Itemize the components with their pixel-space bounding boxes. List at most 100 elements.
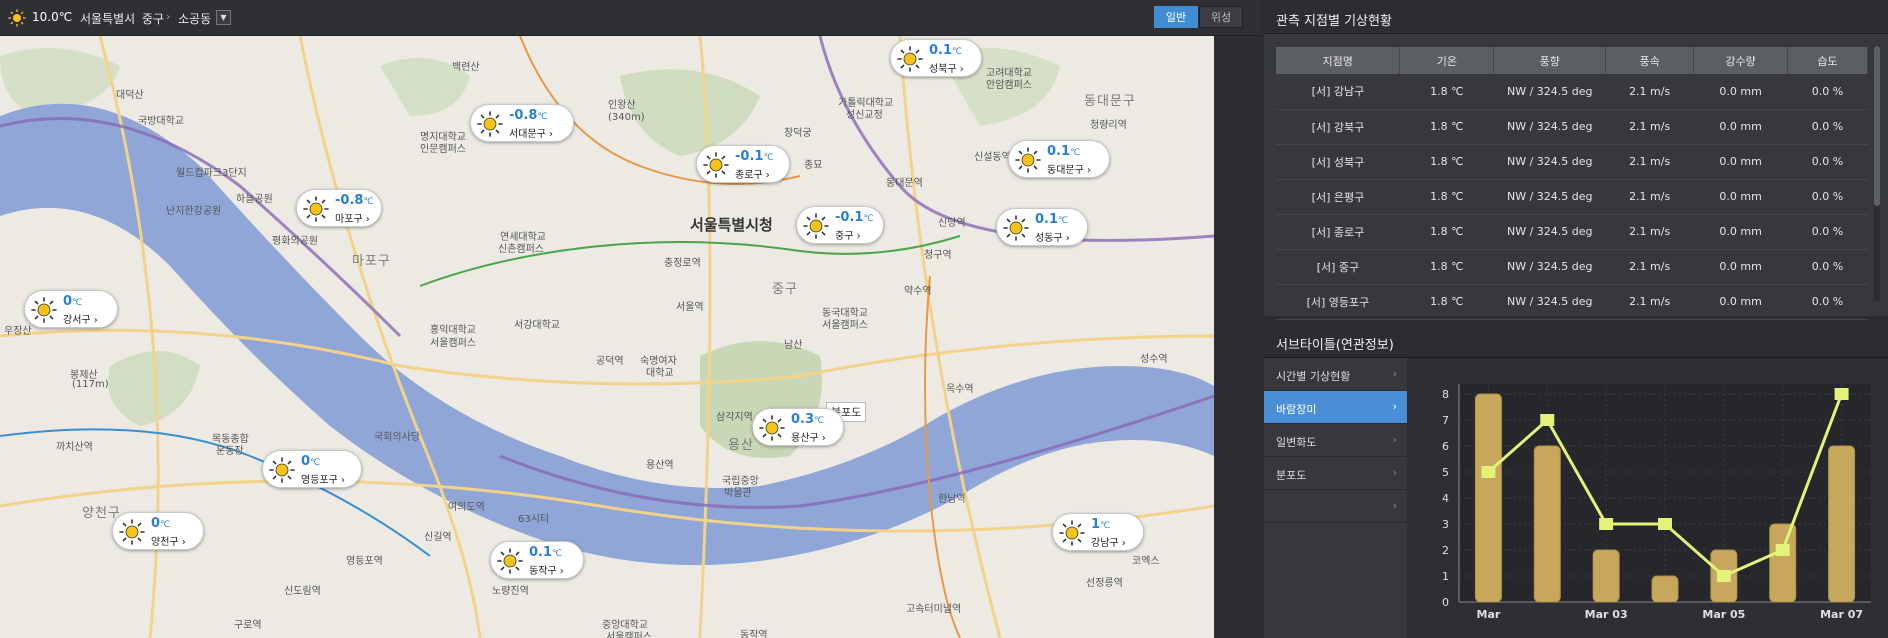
table-cell: [서] 중구 <box>1276 249 1400 285</box>
table-row[interactable]: [서] 종로구 1.8 ℃ NW / 324.5 deg 2.1 m/s 0.0 mm 0… <box>1276 214 1868 250</box>
maptype-normal-button[interactable]: 일반 <box>1154 6 1198 28</box>
weather-marker[interactable]: 0℃ 영등포구 › <box>262 450 362 488</box>
table-cell: 1.8 ℃ <box>1399 179 1494 215</box>
table-column-header[interactable]: 풍향 <box>1493 47 1607 74</box>
weather-marker[interactable]: -0.1℃ 종로구 › <box>696 145 790 183</box>
map-place-label: 신도림역 <box>284 586 321 597</box>
table-column-header[interactable]: 습도 <box>1787 47 1868 74</box>
subtitle-menu-item[interactable]: 바람장미 › <box>1264 391 1407 424</box>
map-place-label: 동대문역 <box>886 178 923 189</box>
table-cell: 2.1 m/s <box>1605 109 1694 145</box>
table-cell: 1.8 ℃ <box>1399 249 1494 285</box>
table-row[interactable]: [서] 중구 1.8 ℃ NW / 324.5 deg 2.1 m/s 0.0 mm 0.… <box>1276 249 1868 285</box>
table-cell: NW / 324.5 deg <box>1493 214 1606 250</box>
subtitle-menu-item[interactable]: 분포도 › <box>1264 457 1407 490</box>
y-tick-label: 8 <box>1442 388 1449 401</box>
breadcrumb-dong[interactable]: 소공동 <box>178 10 211 27</box>
table-cell: 1.8 ℃ <box>1399 214 1494 250</box>
x-tick-label: Mar <box>1477 608 1501 621</box>
map-place-label: (340m) <box>608 112 645 123</box>
weather-marker[interactable]: 1℃ 강남구 › <box>1052 513 1144 551</box>
weather-marker[interactable]: 0.1℃ 동작구 › <box>490 541 584 579</box>
marker-district-link[interactable]: 동대문구 › <box>1047 161 1091 176</box>
map-place-label: 신설동역 <box>974 152 1011 163</box>
marker-temperature: -0.8℃ <box>509 108 548 123</box>
map-place-label: 신길역 <box>424 532 452 543</box>
table-cell: NW / 324.5 deg <box>1493 249 1606 285</box>
map-place-label: 선정릉역 <box>1086 578 1123 589</box>
marker-district-link[interactable]: 영등포구 › <box>301 471 345 486</box>
weather-marker[interactable]: -0.8℃ 마포구 › <box>296 189 382 227</box>
marker-district-link[interactable]: 성동구 › <box>1035 229 1070 244</box>
marker-district-link[interactable]: 성북구 › <box>929 60 964 75</box>
marker-temperature: 0.1℃ <box>929 43 963 58</box>
map-place-label: 동작역 <box>740 630 768 638</box>
map-place-label: 우장산 <box>4 326 32 337</box>
marker-temperature: 0.3℃ <box>791 412 825 427</box>
subtitle-menu-item[interactable]: › <box>1264 490 1407 523</box>
weather-marker[interactable]: 0℃ 강서구 › <box>24 290 118 328</box>
y-tick-label: 7 <box>1442 414 1449 427</box>
table-row[interactable]: [서] 은평구 1.8 ℃ NW / 324.5 deg 2.1 m/s 0.0 mm 0… <box>1276 179 1868 215</box>
map-place-label: 안암캠퍼스 <box>986 80 1032 91</box>
table-cell: 2.1 m/s <box>1605 214 1694 250</box>
table-column-header[interactable]: 기온 <box>1399 47 1495 74</box>
map-view[interactable]: 대덕산 백련산 인왕산 (340m) 국방대학교 명지대학교 인문캠퍼스 가톨릭… <box>0 36 1214 638</box>
weather-marker[interactable]: 0.1℃ 동대문구 › <box>1008 140 1110 178</box>
marker-district-link[interactable]: 중구 › <box>835 227 861 242</box>
chart-bar <box>1474 393 1502 603</box>
marker-district-link[interactable]: 마포구 › <box>335 210 370 225</box>
marker-district-link[interactable]: 종로구 › <box>735 166 770 181</box>
map-district-label: 중구 <box>772 282 798 297</box>
marker-district-link[interactable]: 강서구 › <box>63 311 98 326</box>
map-place-label: 하늘공원 <box>236 194 273 205</box>
sunny-icon <box>1059 520 1085 546</box>
subtitle-menu-item[interactable]: 일변화도 › <box>1264 424 1407 457</box>
series-point <box>1599 518 1614 530</box>
breadcrumb-district[interactable]: 중구 <box>142 10 164 27</box>
table-scrollbar[interactable] <box>1874 46 1880 301</box>
table-cell: 1.8 ℃ <box>1399 284 1494 320</box>
weather-marker[interactable]: -0.1℃ 중구 › <box>796 206 884 244</box>
table-column-header[interactable]: 지점명 <box>1276 47 1401 74</box>
marker-temperature: -0.1℃ <box>735 149 774 164</box>
marker-district-link[interactable]: 서대문구 › <box>509 125 553 140</box>
weather-marker[interactable]: 0.3℃ 용산구 › <box>752 408 844 446</box>
chart-bar <box>1769 523 1797 603</box>
observation-table: 지점명 기온 풍향 풍속 강수량 습도 [서] 강남구 1.8 ℃ NW / 324.5 de… <box>1276 47 1868 320</box>
x-tick-label: Mar 07 <box>1820 608 1863 621</box>
table-row[interactable]: [서] 성북구 1.8 ℃ NW / 324.5 deg 2.1 m/s 0.0 mm 0… <box>1276 144 1868 180</box>
breadcrumb-city[interactable]: 서울특별시 <box>80 10 135 27</box>
chevron-down-icon[interactable]: ▼ <box>216 10 231 25</box>
map-place-label: 서울캠퍼스 <box>430 338 476 349</box>
table-row[interactable]: [서] 강북구 1.8 ℃ NW / 324.5 deg 2.1 m/s 0.0 mm 0… <box>1276 109 1868 145</box>
map-district-label: 용산 <box>728 438 754 453</box>
weather-marker[interactable]: -0.8℃ 서대문구 › <box>470 104 574 142</box>
x-tick-label: Mar 05 <box>1702 608 1745 621</box>
map-place-label: 인문캠퍼스 <box>420 144 466 155</box>
marker-district-link[interactable]: 용산구 › <box>791 429 826 444</box>
map-place-label: 대학교 <box>646 368 674 379</box>
weather-marker[interactable]: 0.1℃ 성북구 › <box>890 39 982 77</box>
city-hall-label[interactable]: 서울특별시청 <box>690 214 773 235</box>
marker-district-link[interactable]: 강남구 › <box>1091 534 1126 549</box>
marker-district-link[interactable]: 양천구 › <box>151 533 186 548</box>
scrollbar-thumb[interactable] <box>1874 46 1880 206</box>
chart-bar <box>1592 549 1620 603</box>
marker-district-link[interactable]: 동작구 › <box>529 562 564 577</box>
subtitle-panel: 시간별 기상현황 › 바람장미 › 일변화도 › 분포도 › › 0 1 2 3 4 5 6 7 8 Mar Mar… <box>1264 358 1888 638</box>
maptype-satellite-button[interactable]: 위성 <box>1199 6 1243 28</box>
map-place-label: 종묘 <box>804 160 823 171</box>
weather-marker[interactable]: 0℃ 양천구 › <box>112 512 204 550</box>
subtitle-menu-item[interactable]: 시간별 기상현황 › <box>1264 358 1407 391</box>
table-column-header[interactable]: 풍속 <box>1605 47 1695 74</box>
weather-marker[interactable]: 0.1℃ 성동구 › <box>996 208 1088 246</box>
y-tick-label: 2 <box>1442 544 1449 557</box>
table-row[interactable]: [서] 영등포구 1.8 ℃ NW / 324.5 deg 2.1 m/s 0.0 mm… <box>1276 284 1868 320</box>
map-place-label: 코엑스 <box>1132 556 1160 567</box>
table-row[interactable]: [서] 강남구 1.8 ℃ NW / 324.5 deg 2.1 m/s 0.0 mm 0… <box>1276 74 1868 110</box>
map-place-label: 신당역 <box>938 218 966 229</box>
series-point <box>1716 570 1731 582</box>
table-column-header[interactable]: 강수량 <box>1693 47 1789 74</box>
map-place-label: 난지한강공원 <box>166 206 222 217</box>
